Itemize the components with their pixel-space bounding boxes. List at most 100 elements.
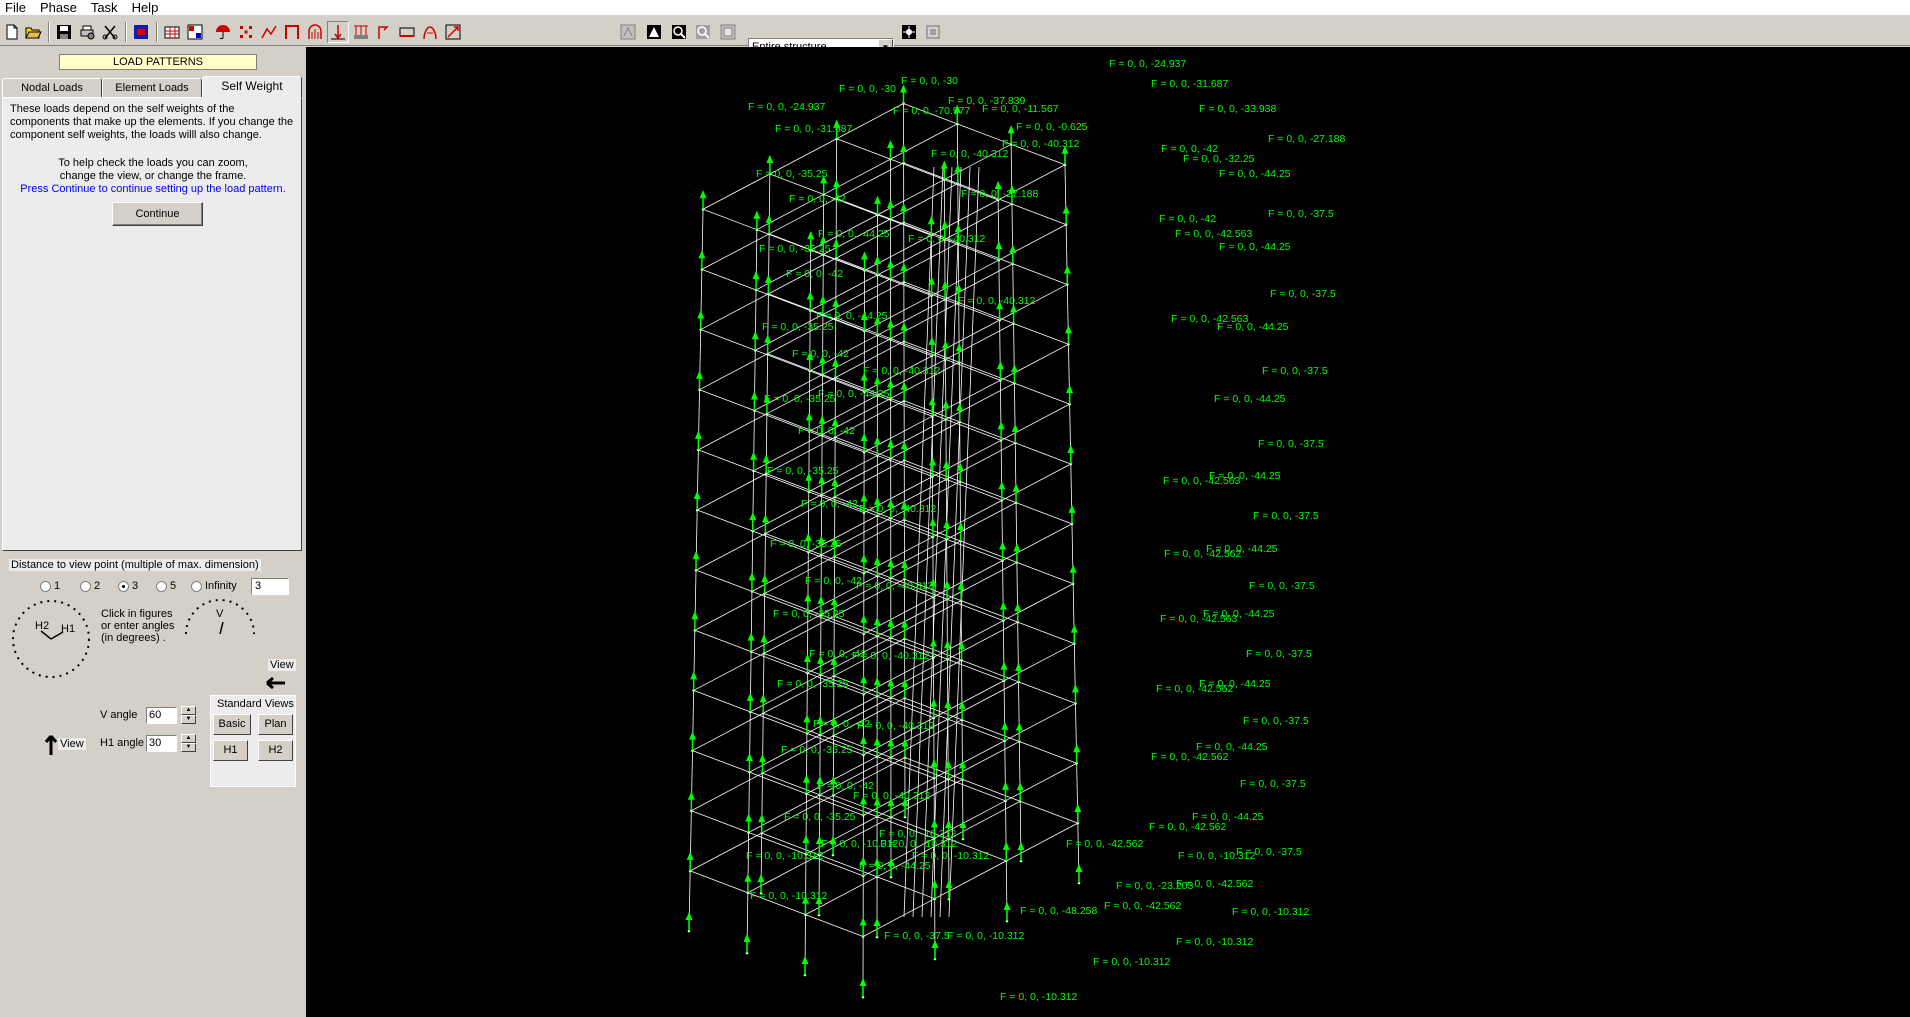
- continue-button[interactable]: Continue: [112, 202, 203, 226]
- h2-view-button[interactable]: H2: [258, 740, 293, 761]
- load-label: F = 0, 0, -33.938: [1199, 103, 1277, 115]
- zoom-all-icon[interactable]: [643, 21, 665, 43]
- arch-icon[interactable]: [304, 21, 326, 43]
- grid-icon[interactable]: [161, 21, 183, 43]
- deform-icon[interactable]: [442, 21, 464, 43]
- load-arrow-head: [805, 412, 813, 421]
- load-label: F = 0, 0, -42: [789, 193, 846, 205]
- load-arrow-head: [859, 978, 867, 986]
- frame-member: [755, 289, 811, 311]
- load-arrow-head: [887, 379, 895, 388]
- load-label: F = 0, 0, -37.5: [1258, 438, 1324, 450]
- frame-member: [836, 138, 891, 160]
- load-arrow-head: [1068, 504, 1076, 513]
- red-square-icon[interactable]: [130, 21, 152, 43]
- tab-nodal-loads[interactable]: Nodal Loads: [2, 78, 102, 98]
- nodes-icon[interactable]: [235, 21, 257, 43]
- load-arrow-head: [860, 675, 868, 684]
- load-label: F = 0, 0, -24.937: [748, 101, 826, 113]
- zoom-icon[interactable]: [617, 21, 639, 43]
- v-angle-input[interactable]: 60: [146, 707, 177, 724]
- frame-member: [946, 598, 1004, 621]
- vertical-angle-dial[interactable]: V: [183, 598, 257, 638]
- frame-member: [912, 166, 944, 918]
- tab-element-loads[interactable]: Element Loads: [102, 78, 202, 98]
- refresh-view-icon[interactable]: [922, 21, 944, 43]
- load-arrow-head: [804, 593, 812, 602]
- load-arrow-head: [1013, 543, 1021, 552]
- load-label: F = 0, 0, -35.25: [762, 321, 834, 333]
- load-arrow-head: [901, 619, 909, 628]
- load-arrow-head: [1015, 662, 1023, 671]
- frame-member: [945, 323, 1014, 360]
- distance-radio-1[interactable]: 1: [40, 580, 60, 592]
- frame-member: [863, 415, 933, 453]
- tab-self-weight[interactable]: Self Weight: [202, 76, 302, 99]
- load-arrow-head: [900, 203, 908, 212]
- load-label: F = 0, 0, -37.5: [1240, 778, 1306, 790]
- cut-icon[interactable]: [99, 21, 121, 43]
- distance-input[interactable]: 3: [251, 578, 289, 595]
- frame-member: [697, 509, 753, 532]
- apply-view-icon[interactable]: [898, 21, 920, 43]
- table-icon[interactable]: [184, 21, 206, 43]
- frame-member: [691, 772, 763, 812]
- load-label: F = 0, 0, -42.562: [1164, 548, 1242, 560]
- frame-member: [701, 269, 757, 291]
- self-weight-help: To help check the loads you can zoom, ch…: [13, 157, 293, 183]
- distance-radio-3[interactable]: 3: [118, 580, 138, 592]
- distributed-load-icon[interactable]: [350, 21, 372, 43]
- view-icon[interactable]: [692, 21, 714, 43]
- load-arrow-head: [860, 493, 868, 502]
- load-label: F = 0, 0, -44.25: [1217, 321, 1289, 333]
- new-file-icon[interactable]: [1, 21, 23, 43]
- line-icon[interactable]: [258, 21, 280, 43]
- open-file-icon[interactable]: [22, 21, 44, 43]
- menu-help[interactable]: Help: [125, 0, 166, 16]
- curve-icon[interactable]: [373, 21, 395, 43]
- print-setup-icon[interactable]: [76, 21, 98, 43]
- load-label: F = 0, 0, -42.563: [1163, 475, 1241, 487]
- basic-view-button[interactable]: Basic: [213, 714, 251, 735]
- pan-icon[interactable]: [668, 21, 690, 43]
- load-label: F = 0, 0, -31.687: [1151, 78, 1229, 90]
- frame-member: [821, 434, 878, 456]
- settings-icon[interactable]: [717, 21, 739, 43]
- distance-radio-5[interactable]: 5: [156, 580, 176, 592]
- frame-member: [934, 860, 1007, 900]
- load-arrow-icon[interactable]: [327, 21, 349, 43]
- load-arrow-head: [1010, 364, 1018, 373]
- distance-radio-2[interactable]: 2: [80, 580, 100, 592]
- menu-task[interactable]: Task: [84, 0, 125, 16]
- load-arrow-head: [817, 595, 825, 604]
- menu-file[interactable]: File: [0, 0, 33, 16]
- v-angle-spinner[interactable]: ▲ ▼: [181, 706, 196, 725]
- frame-member: [931, 319, 1000, 357]
- load-arrow-head: [873, 436, 881, 445]
- view-tag-left: View: [58, 738, 86, 750]
- v-angle-label: V angle: [100, 709, 138, 721]
- truss-icon[interactable]: [396, 21, 418, 43]
- support-icon[interactable]: [419, 21, 441, 43]
- umbrella-icon[interactable]: [212, 21, 234, 43]
- h1-angle-input[interactable]: 30: [146, 735, 177, 752]
- menu-phase[interactable]: Phase: [33, 0, 84, 16]
- load-label: F = 0, 0, -40.312: [852, 650, 930, 662]
- frame-icon[interactable]: [281, 21, 303, 43]
- plan-view-button[interactable]: Plan: [258, 714, 293, 735]
- load-arrow-head: [694, 430, 702, 439]
- frame-member: [810, 274, 878, 311]
- structure-viewport[interactable]: F = 0, 0, -24.937 F = 0, 0, -30 F = 0, 0, …: [306, 47, 1910, 1017]
- load-arrow-head: [806, 291, 814, 300]
- load-arrow-head: [761, 574, 769, 583]
- h1-angle-spinner[interactable]: ▲ ▼: [181, 734, 196, 753]
- load-label: F = 0, 0, -30: [901, 75, 958, 87]
- distance-radio-infinity[interactable]: Infinity: [191, 580, 237, 592]
- load-label: F = 0, 0, -35.25: [773, 608, 845, 620]
- frame-member: [834, 459, 905, 498]
- h1-view-button[interactable]: H1: [213, 740, 248, 761]
- horizontal-angle-dial[interactable]: H2 H1: [11, 599, 91, 679]
- h1-angle-label: H1 angle: [100, 737, 145, 749]
- frame-member: [700, 329, 756, 351]
- save-icon[interactable]: [53, 21, 75, 43]
